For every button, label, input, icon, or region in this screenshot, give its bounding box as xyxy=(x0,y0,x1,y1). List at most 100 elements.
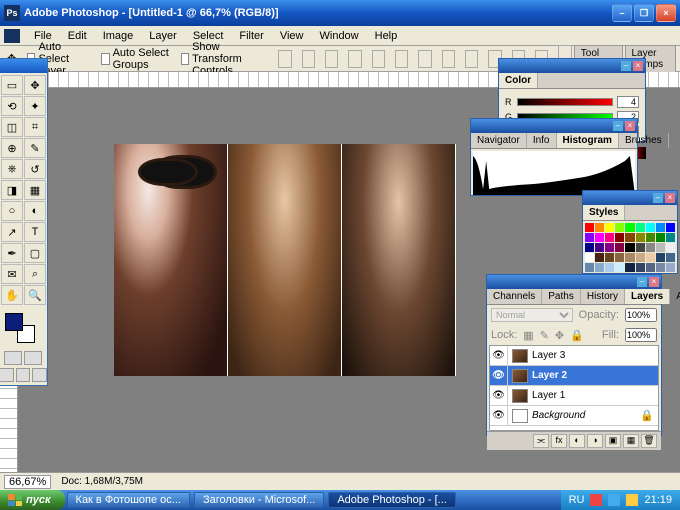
r-slider[interactable] xyxy=(517,98,613,106)
panel-minimize-icon[interactable]: – xyxy=(637,277,647,287)
opacity-input[interactable] xyxy=(625,308,657,322)
fill-input[interactable] xyxy=(625,328,657,342)
dist-bottom-button[interactable] xyxy=(465,50,478,68)
styles-tab[interactable]: Styles xyxy=(583,205,625,220)
swatch[interactable] xyxy=(595,263,604,272)
layers-panel[interactable]: –× Channels Paths History Layers Actions… xyxy=(486,274,662,436)
type-tool[interactable]: T xyxy=(24,222,46,242)
lock-pixels-icon[interactable]: ✎ xyxy=(540,329,549,342)
fx-button[interactable]: fx xyxy=(551,434,567,448)
link-layers-button[interactable]: ⫘ xyxy=(533,434,549,448)
marquee-tool[interactable]: ▭ xyxy=(1,75,23,95)
notes-tool[interactable]: ✉ xyxy=(1,264,23,284)
swatch[interactable] xyxy=(595,243,604,252)
swatch[interactable] xyxy=(646,253,655,262)
zoom-tool[interactable]: 🔍 xyxy=(24,285,46,305)
histogram-panel[interactable]: –× Navigator Info Histogram Brushes xyxy=(470,118,638,196)
mask-button[interactable]: ◐ xyxy=(569,434,585,448)
swatch[interactable] xyxy=(656,253,665,262)
panel-close-icon[interactable]: × xyxy=(649,277,659,287)
screen-full-menu-button[interactable] xyxy=(16,368,31,382)
layer-thumb[interactable] xyxy=(512,409,528,423)
swatch[interactable] xyxy=(666,223,675,232)
toolbox-panel[interactable]: ▭ ✥ ⟲ ✦ ◫ ⌗ ⊕ ✎ ⎈ ↺ ◨ ▦ ○ ◐ ↗ T ✒ ▢ ✉ ⌕ … xyxy=(0,58,48,386)
slice-tool[interactable]: ⌗ xyxy=(24,117,46,137)
swatch[interactable] xyxy=(605,233,614,242)
doc-info[interactable]: Doc: 1,68M/3,75M xyxy=(61,476,143,487)
swatch[interactable] xyxy=(666,263,675,272)
layer-row[interactable]: 👁Layer 1 xyxy=(490,386,658,406)
restore-button[interactable]: ❐ xyxy=(634,4,654,22)
lasso-tool[interactable]: ⟲ xyxy=(1,96,23,116)
swatch[interactable] xyxy=(656,243,665,252)
visibility-icon[interactable]: 👁 xyxy=(490,366,508,385)
dist-top-button[interactable] xyxy=(418,50,431,68)
layer-row[interactable]: 👁Layer 3 xyxy=(490,346,658,366)
swatch[interactable] xyxy=(585,263,594,272)
wand-tool[interactable]: ✦ xyxy=(24,96,46,116)
blend-mode-select[interactable]: Normal xyxy=(491,308,573,322)
panel-close-icon[interactable]: × xyxy=(633,61,643,71)
panel-close-icon[interactable]: × xyxy=(625,121,635,131)
clock[interactable]: 21:19 xyxy=(644,494,672,506)
minimize-button[interactable]: – xyxy=(612,4,632,22)
swatch[interactable] xyxy=(585,243,594,252)
start-button[interactable]: пуск xyxy=(0,490,65,510)
swatch[interactable] xyxy=(666,233,675,242)
swatch[interactable] xyxy=(666,243,675,252)
auto-select-groups-checkbox[interactable]: Auto Select Groups xyxy=(101,47,170,71)
system-tray[interactable]: RU 21:19 xyxy=(561,490,680,510)
swatch[interactable] xyxy=(636,233,645,242)
visibility-icon[interactable]: 👁 xyxy=(490,386,508,405)
task-item[interactable]: Adobe Photoshop - [... xyxy=(328,492,455,508)
align-right-button[interactable] xyxy=(395,50,408,68)
menu-window[interactable]: Window xyxy=(312,28,367,44)
visibility-icon[interactable]: 👁 xyxy=(490,346,508,365)
lock-all-icon[interactable]: 🔒 xyxy=(570,329,584,342)
move-tool[interactable]: ✥ xyxy=(24,75,46,95)
standard-mode-button[interactable] xyxy=(4,351,22,365)
task-item[interactable]: Как в Фотошопе ос... xyxy=(67,492,190,508)
navigator-tab[interactable]: Navigator xyxy=(471,133,527,148)
layer-row[interactable]: 👁Layer 2 xyxy=(490,366,658,386)
brushes-tab[interactable]: Brushes xyxy=(619,133,669,148)
visibility-icon[interactable]: 👁 xyxy=(490,406,508,425)
gradient-tool[interactable]: ▦ xyxy=(24,180,46,200)
panel-close-icon[interactable]: × xyxy=(665,193,675,203)
swatch[interactable] xyxy=(595,253,604,262)
lang-indicator[interactable]: RU xyxy=(569,494,585,506)
tray-icon[interactable] xyxy=(626,494,638,506)
align-bottom-button[interactable] xyxy=(325,50,338,68)
swatch[interactable] xyxy=(656,223,665,232)
actions-tab[interactable]: Actions xyxy=(670,289,680,304)
swatch[interactable] xyxy=(615,223,624,232)
dist-vcenter-button[interactable] xyxy=(442,50,455,68)
swatch[interactable] xyxy=(656,263,665,272)
align-left-button[interactable] xyxy=(348,50,361,68)
crop-tool[interactable]: ◫ xyxy=(1,117,23,137)
align-hcenter-button[interactable] xyxy=(372,50,385,68)
swatch[interactable] xyxy=(636,263,645,272)
swatch[interactable] xyxy=(595,223,604,232)
align-vcenter-button[interactable] xyxy=(302,50,315,68)
swatch[interactable] xyxy=(605,253,614,262)
swatch[interactable] xyxy=(625,223,634,232)
channels-tab[interactable]: Channels xyxy=(487,289,542,304)
histogram-tab[interactable]: Histogram xyxy=(557,133,619,148)
r-value[interactable]: 4 xyxy=(617,96,639,108)
menu-layer[interactable]: Layer xyxy=(141,28,185,44)
swatches-panel[interactable]: –× Styles xyxy=(582,190,678,274)
path-tool[interactable]: ↗ xyxy=(1,222,23,242)
group-button[interactable]: ▣ xyxy=(605,434,621,448)
document-canvas[interactable] xyxy=(114,144,456,376)
panel-minimize-icon[interactable]: – xyxy=(653,193,663,203)
swatch[interactable] xyxy=(625,263,634,272)
swatch[interactable] xyxy=(605,263,614,272)
menu-view[interactable]: View xyxy=(272,28,312,44)
screen-standard-button[interactable] xyxy=(0,368,14,382)
tray-icon[interactable] xyxy=(590,494,602,506)
swatch[interactable] xyxy=(595,233,604,242)
swatch[interactable] xyxy=(585,223,594,232)
toolbox-titlebar[interactable] xyxy=(0,59,47,73)
foreground-color-swatch[interactable] xyxy=(5,313,23,331)
